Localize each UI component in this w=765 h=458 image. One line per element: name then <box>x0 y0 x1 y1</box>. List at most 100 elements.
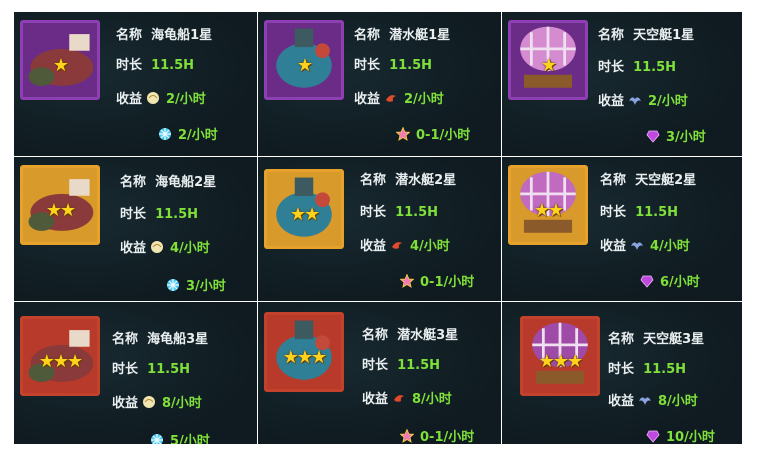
time-value: 11.5H <box>147 362 191 377</box>
name-label: 名称 <box>362 328 389 343</box>
vehicle-card-airship-3: ★★★ 名称 天空艇3星 时长 11.5H 收益 8/小时 10/小时 <box>502 302 742 444</box>
income-label: 收益 <box>608 394 635 409</box>
income-label: 收益 <box>120 241 147 256</box>
vehicle-name: 海龟船3星 <box>147 332 209 347</box>
time-label: 时长 <box>600 205 627 220</box>
time-row: 时长 11.5H <box>362 354 440 373</box>
income-2-row: 3/小时 <box>642 126 706 145</box>
name-row: 名称 天空艇1星 <box>598 24 694 43</box>
income-label: 收益 <box>354 92 381 107</box>
time-value: 11.5H <box>643 362 687 377</box>
snowflake-crystal-icon <box>150 433 164 444</box>
star-rating: ★ <box>296 55 313 76</box>
shell-icon <box>150 240 164 254</box>
time-row: 时长 11.5H <box>116 54 194 73</box>
snowflake-crystal-icon <box>158 127 172 141</box>
name-row: 名称 天空艇2星 <box>600 169 696 188</box>
star-rating: ★ <box>540 55 557 76</box>
income-2-value: 6/小时 <box>660 275 700 290</box>
snowflake-crystal-icon <box>166 278 180 292</box>
income-label: 收益 <box>362 392 389 407</box>
time-label: 时长 <box>362 358 389 373</box>
income-2-row: 6/小时 <box>636 271 700 290</box>
name-label: 名称 <box>600 173 627 188</box>
name-row: 名称 海龟船1星 <box>116 24 212 43</box>
time-row: 时长 11.5H <box>360 201 438 220</box>
star-rating: ★★ <box>289 204 320 225</box>
vehicle-card-airship-2: ★★ 名称 天空艇2星 时长 11.5H 收益 4/小时 6/小时 <box>502 157 742 301</box>
airship-icon[interactable]: ★★★ <box>520 316 600 396</box>
income-2-value: 3/小时 <box>186 279 226 294</box>
time-row: 时长 11.5H <box>112 358 190 377</box>
time-label: 时长 <box>608 362 635 377</box>
income-1-value: 4/小时 <box>410 239 450 254</box>
name-row: 名称 海龟船3星 <box>112 328 208 347</box>
income-row: 收益 4/小时 <box>360 235 450 254</box>
income-2-value: 0-1/小时 <box>420 430 475 444</box>
shell-icon <box>142 395 156 409</box>
income-2-value: 3/小时 <box>666 130 706 145</box>
turtle-ship-icon[interactable]: ★ <box>20 20 100 100</box>
vehicle-card-turtle-2: ★★ 名称 海龟船2星 时长 11.5H 收益 4/小时 3/小时 <box>14 157 257 301</box>
income-1-value: 2/小时 <box>404 92 444 107</box>
income-1-value: 4/小时 <box>650 239 690 254</box>
income-row: 收益 2/小时 <box>116 88 206 107</box>
bird-icon <box>630 238 644 252</box>
time-value: 11.5H <box>633 60 677 75</box>
income-label: 收益 <box>116 92 143 107</box>
time-label: 时长 <box>116 58 143 73</box>
turtle-ship-icon[interactable]: ★★★ <box>20 316 100 396</box>
vehicle-name: 天空艇3星 <box>643 332 705 347</box>
name-row: 名称 潜水艇1星 <box>354 24 450 43</box>
time-value: 11.5H <box>151 58 195 73</box>
time-value: 11.5H <box>395 205 439 220</box>
vehicle-card-submarine-2: ★★ 名称 潜水艇2星 时长 11.5H 收益 4/小时 0-1/小时 <box>258 157 501 301</box>
time-label: 时长 <box>360 205 387 220</box>
income-2-row: 3/小时 <box>162 275 226 294</box>
vehicle-card-turtle-3: ★★★ 名称 海龟船3星 时长 11.5H 收益 8/小时 5/小时 <box>14 302 257 444</box>
airship-icon[interactable]: ★ <box>508 20 588 100</box>
submarine-icon[interactable]: ★ <box>264 20 344 100</box>
time-value: 11.5H <box>635 205 679 220</box>
vehicle-name: 潜水艇3星 <box>397 328 459 343</box>
time-value: 11.5H <box>397 358 441 373</box>
shrimp-icon <box>392 391 406 405</box>
income-1-value: 8/小时 <box>658 394 698 409</box>
name-row: 名称 潜水艇3星 <box>362 324 458 343</box>
income-2-value: 0-1/小时 <box>416 128 471 143</box>
vehicle-card-submarine-1: ★ 名称 潜水艇1星 时长 11.5H 收益 2/小时 0-1/小时 <box>258 12 501 156</box>
vehicle-name: 天空艇1星 <box>633 28 695 43</box>
pink-star-icon <box>400 274 414 288</box>
income-2-value: 2/小时 <box>178 128 218 143</box>
submarine-icon[interactable]: ★★ <box>264 169 344 249</box>
name-row: 名称 天空艇3星 <box>608 328 704 347</box>
purple-gem-icon <box>640 274 654 288</box>
bird-icon <box>628 93 642 107</box>
income-2-value: 5/小时 <box>170 434 210 444</box>
star-rating: ★★★ <box>538 351 583 372</box>
name-label: 名称 <box>112 332 139 347</box>
shrimp-icon <box>384 91 398 105</box>
time-label: 时长 <box>598 60 625 75</box>
shell-icon <box>146 91 160 105</box>
name-label: 名称 <box>598 28 625 43</box>
shrimp-icon <box>390 238 404 252</box>
time-row: 时长 11.5H <box>600 201 678 220</box>
vehicle-name: 海龟船1星 <box>151 28 213 43</box>
vehicle-name: 潜水艇1星 <box>389 28 451 43</box>
time-row: 时长 11.5H <box>120 203 198 222</box>
time-row: 时长 11.5H <box>598 56 676 75</box>
vehicle-card-turtle-1: ★ 名称 海龟船1星 时长 11.5H 收益 2/小时 2/小时 <box>14 12 257 156</box>
turtle-ship-icon[interactable]: ★★ <box>20 165 100 245</box>
airship-icon[interactable]: ★★ <box>508 165 588 245</box>
income-1-value: 8/小时 <box>412 392 452 407</box>
name-label: 名称 <box>116 28 143 43</box>
name-label: 名称 <box>608 332 635 347</box>
income-2-row: 10/小时 <box>642 426 715 444</box>
income-row: 收益 4/小时 <box>120 237 210 256</box>
income-label: 收益 <box>598 94 625 109</box>
income-1-value: 4/小时 <box>170 241 210 256</box>
submarine-icon[interactable]: ★★★ <box>264 312 344 392</box>
vehicle-card-submarine-3: ★★★ 名称 潜水艇3星 时长 11.5H 收益 8/小时 0-1/小时 <box>258 302 501 444</box>
name-label: 名称 <box>354 28 381 43</box>
